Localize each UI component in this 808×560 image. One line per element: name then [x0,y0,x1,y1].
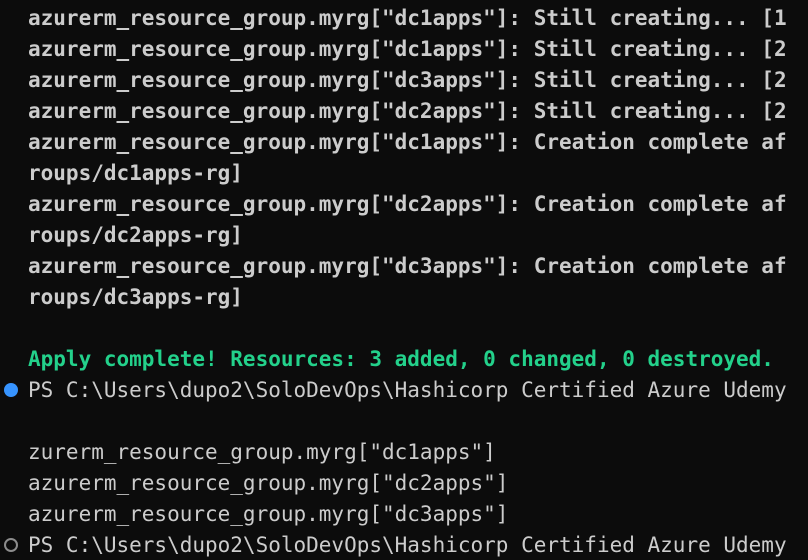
powershell-prompt-1: PS C:\Users\dupo2\SoloDevOps\Hashicorp C… [28,378,787,402]
command-pending-dot-icon[interactable] [4,538,18,552]
powershell-prompt-2: PS C:\Users\dupo2\SoloDevOps\Hashicorp C… [28,533,787,557]
log-line-creation-complete-dc1: azurerm_resource_group.myrg["dc1apps"]: … [28,130,787,154]
log-line-creation-complete-dc1-wrap: roups/dc1apps-rg] [28,161,243,185]
state-list-item-dc1: zurerm_resource_group.myrg["dc1apps"] [28,440,496,464]
apply-complete-message: Apply complete! Resources: 3 added, 0 ch… [28,347,774,371]
state-list-item-dc2: azurerm_resource_group.myrg["dc2apps"] [28,471,509,495]
log-line-still-creating-3: azurerm_resource_group.myrg["dc3apps"]: … [28,68,787,92]
log-line-creation-complete-dc2-wrap: roups/dc2apps-rg] [28,223,243,247]
log-line-still-creating-2: azurerm_resource_group.myrg["dc1apps"]: … [28,37,787,61]
state-list-item-dc3: azurerm_resource_group.myrg["dc3apps"] [28,502,509,526]
log-line-still-creating-4: azurerm_resource_group.myrg["dc2apps"]: … [28,99,787,123]
command-success-dot-icon[interactable] [4,383,18,397]
terminal-output[interactable]: azurerm_resource_group.myrg["dc1apps"]: … [0,0,808,560]
log-line-creation-complete-dc2: azurerm_resource_group.myrg["dc2apps"]: … [28,192,787,216]
log-line-still-creating-1: azurerm_resource_group.myrg["dc1apps"]: … [28,6,787,30]
log-line-creation-complete-dc3-wrap: roups/dc3apps-rg] [28,285,243,309]
log-line-creation-complete-dc3: azurerm_resource_group.myrg["dc3apps"]: … [28,254,787,278]
